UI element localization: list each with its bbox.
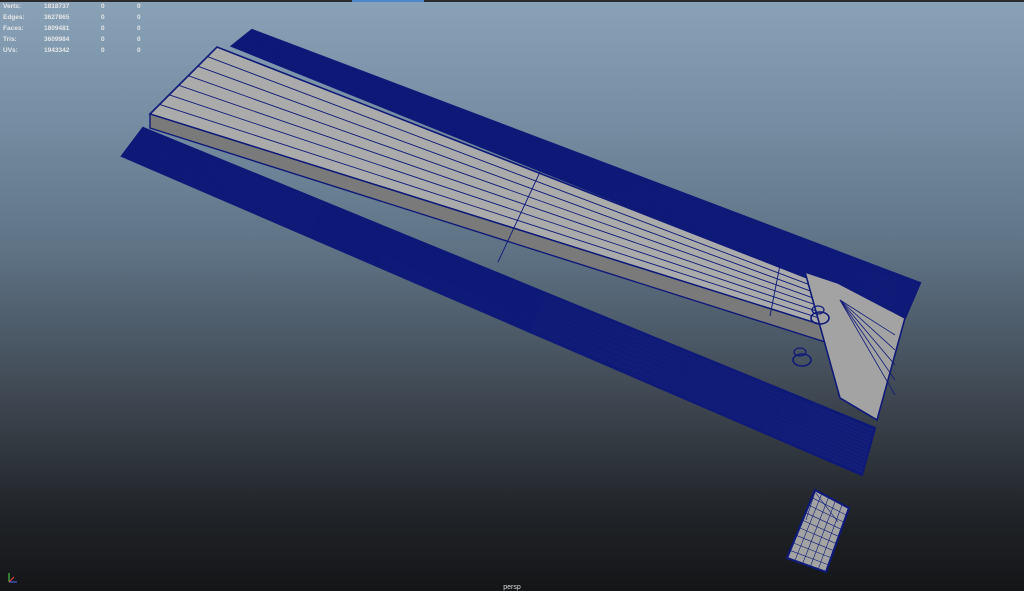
3d-viewport[interactable] [0,0,1024,591]
mesh-edge [197,65,826,297]
detached-piece-mesh[interactable] [785,488,851,574]
camera-name-label: persp [503,584,521,591]
